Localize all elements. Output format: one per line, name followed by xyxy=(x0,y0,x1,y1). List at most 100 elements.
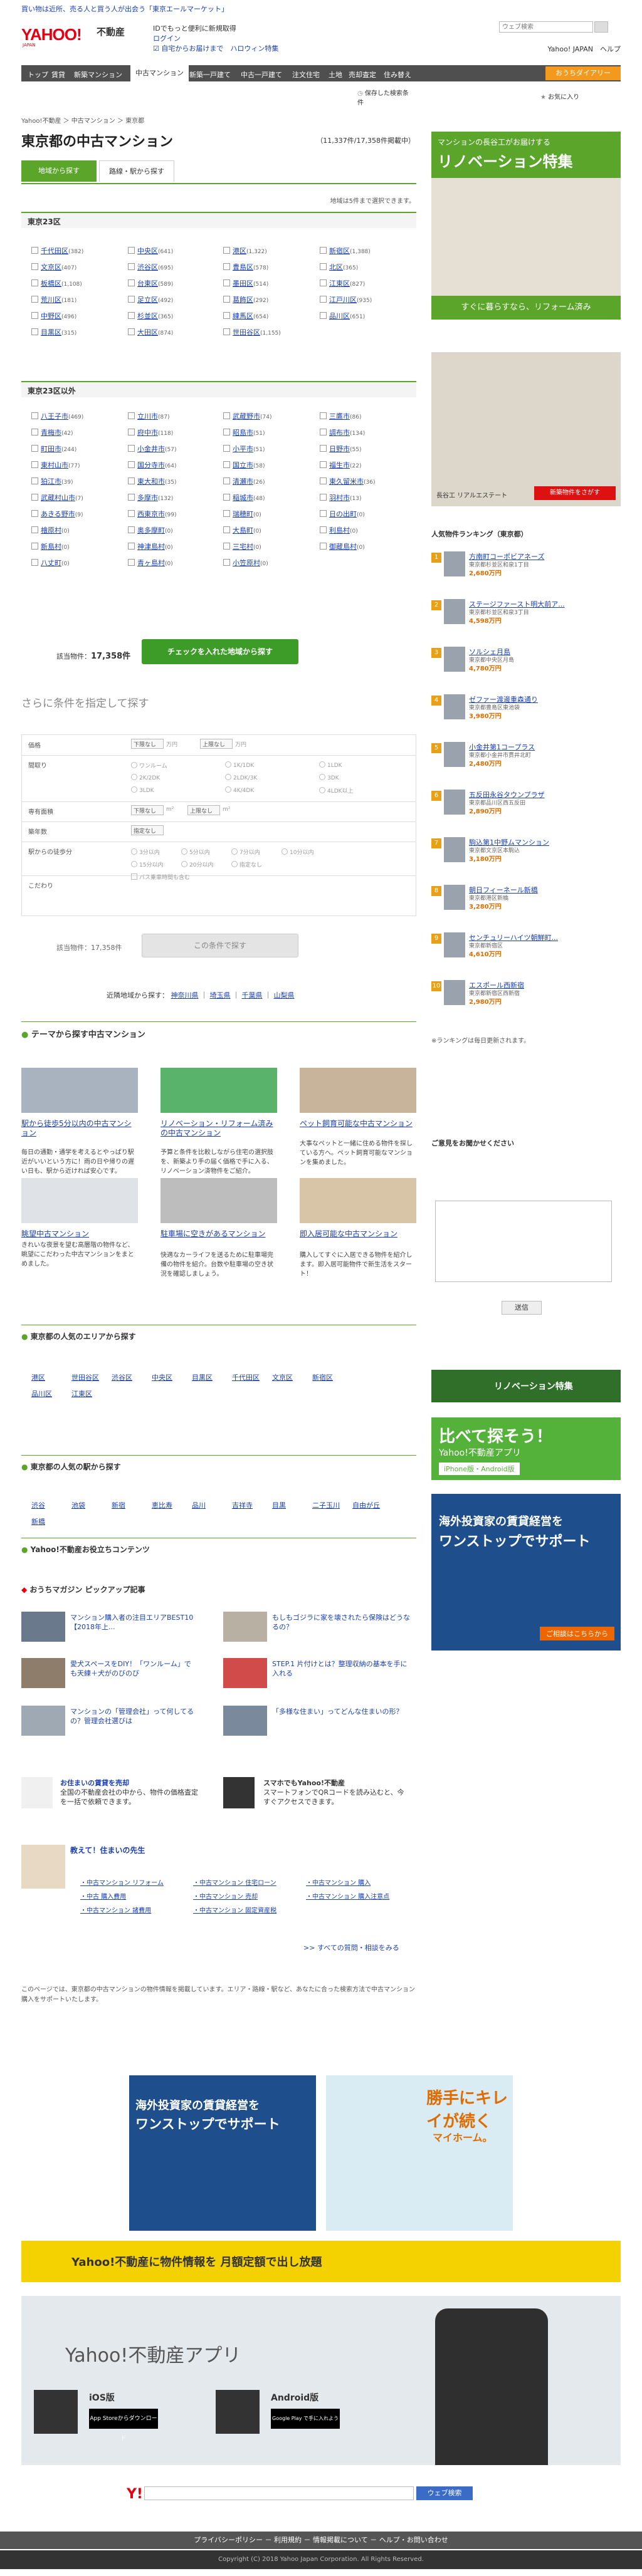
ward-checkbox-item[interactable]: 八王子市(469) xyxy=(31,411,83,421)
ward-checkbox-item[interactable]: 武蔵村山市(7) xyxy=(31,493,83,503)
checkbox[interactable] xyxy=(320,461,327,468)
ward-name-link[interactable]: 大田区 xyxy=(137,328,158,336)
ward-name-link[interactable]: 調布市 xyxy=(329,429,350,437)
ward-checkbox-item[interactable]: 三鷹市(86) xyxy=(320,411,361,421)
ward-name-link[interactable]: 立川市 xyxy=(137,412,158,420)
ranking-item[interactable]: 8 朝日フィーネール新橋 東京都港区新橋 3,280万円 xyxy=(431,885,619,910)
ward-name-link[interactable]: 新島村 xyxy=(41,543,61,551)
ward-checkbox-item[interactable]: 大田区(874) xyxy=(128,327,173,337)
ward-name-link[interactable]: 中野区 xyxy=(41,312,61,320)
ward-checkbox-item[interactable]: 国立市(58) xyxy=(223,460,265,470)
ward-checkbox-item[interactable]: 東大和市(35) xyxy=(128,476,176,486)
checkbox[interactable] xyxy=(128,510,135,517)
nav-new-mansion[interactable]: 新築マンション xyxy=(74,70,122,80)
ward-checkbox-item[interactable]: 文京区(407) xyxy=(31,262,76,272)
search-with-conditions-button[interactable]: この条件で探す xyxy=(142,934,298,957)
layout-opt-6[interactable]: 3DK xyxy=(319,774,339,781)
ranking-item[interactable]: 9 センチュリーハイツ朝鮮町... 東京都新宿区 4,610万円 xyxy=(431,932,619,958)
ward-checkbox-item[interactable]: 羽村市(13) xyxy=(320,493,361,503)
article-4[interactable]: STEP.1 片付けとは？整理収納の基本を手に入れる xyxy=(272,1659,410,1678)
nearby-kanagawa[interactable]: 神奈川県 xyxy=(171,991,199,999)
feedback-submit-button[interactable]: 送信 xyxy=(502,1301,542,1315)
footer-yahoo-logo[interactable]: Y! xyxy=(127,2486,143,2502)
ward-checkbox-item[interactable]: 東村山市(77) xyxy=(31,460,80,470)
checkbox[interactable] xyxy=(223,247,230,254)
favorite-link[interactable]: ★ お気に入り xyxy=(540,91,579,101)
checkbox[interactable] xyxy=(320,247,327,254)
ward-name-link[interactable]: 多摩市 xyxy=(137,494,158,502)
popular-station-link[interactable]: 池袋 xyxy=(71,1500,85,1510)
popular-station-link[interactable]: 吉祥寺 xyxy=(232,1500,253,1510)
sidebar-app-banner[interactable]: 比べて探そう！ Yahoo!不動産アプリ iPhone版・Android版 xyxy=(431,1417,621,1480)
checkbox[interactable] xyxy=(320,494,327,501)
ward-checkbox-item[interactable]: 青ヶ島村(0) xyxy=(128,558,173,568)
theme-move-in[interactable]: 即入居可能な中古マンション xyxy=(300,1229,416,1239)
layout-opt-9[interactable]: 4LDK以上 xyxy=(319,786,354,795)
popular-station-link[interactable]: 恵比寿 xyxy=(152,1500,172,1510)
ward-checkbox-item[interactable]: 清瀬市(26) xyxy=(223,476,265,486)
ward-name-link[interactable]: 豊島区 xyxy=(233,263,253,271)
ward-name-link[interactable]: 杉並区 xyxy=(137,312,158,320)
ouchi-diary-button[interactable]: おうちダイアリー xyxy=(545,66,621,80)
checkbox[interactable] xyxy=(31,510,38,517)
teacher-question-link[interactable]: ・中古マンション 売却 xyxy=(193,1891,258,1901)
checkbox[interactable] xyxy=(128,559,135,566)
checkbox[interactable] xyxy=(31,494,38,501)
walk-opt-1[interactable]: 3分以内 xyxy=(131,848,160,856)
ward-checkbox-item[interactable]: 世田谷区(1,155) xyxy=(223,327,281,337)
ward-checkbox-item[interactable]: 板橋区(1,108) xyxy=(31,278,82,288)
app-store-button[interactable]: App Storeからダウンロード xyxy=(89,2409,158,2442)
walk-opt-3[interactable]: 7分以内 xyxy=(231,848,260,856)
checkbox[interactable] xyxy=(31,461,38,468)
ward-checkbox-item[interactable]: 日野市(55) xyxy=(320,444,361,454)
ward-name-link[interactable]: 日野市 xyxy=(329,445,350,453)
nav-top[interactable]: トップ xyxy=(28,70,48,80)
theme-image-move-in[interactable] xyxy=(300,1178,416,1223)
ward-checkbox-item[interactable]: 練馬区(654) xyxy=(223,311,268,321)
theme-renovation[interactable]: リノベーション・リフォーム済みの中古マンション xyxy=(160,1119,277,1138)
ward-name-link[interactable]: 小金井市 xyxy=(137,445,165,453)
ward-checkbox-item[interactable]: 西東京市(99) xyxy=(128,509,176,519)
ward-name-link[interactable]: 国分寺市 xyxy=(137,461,165,469)
walk-opt-6[interactable]: 20分以内 xyxy=(181,860,213,868)
sidebar-ad-renovation[interactable]: マンションの長谷工がお届けする リノベーション特集 すぐに暮らすなら、リフォーム… xyxy=(431,132,621,320)
ward-checkbox-item[interactable]: 豊島区(578) xyxy=(223,262,268,272)
tab-train[interactable]: 路線・駅から探す xyxy=(99,160,174,182)
checkbox[interactable] xyxy=(128,263,135,270)
price-max-select[interactable]: 上限なし xyxy=(200,739,233,749)
ward-name-link[interactable]: 檜原村 xyxy=(41,526,61,534)
layout-opt-3[interactable]: 1LDK xyxy=(319,761,342,769)
ward-checkbox-item[interactable]: 瑞穂町(0) xyxy=(223,509,261,519)
popular-station-link[interactable]: 渋谷 xyxy=(31,1500,45,1510)
ward-checkbox-item[interactable]: 目黒区(315) xyxy=(31,327,76,337)
ward-checkbox-item[interactable]: 江戸川区(935) xyxy=(320,295,372,305)
ward-name-link[interactable]: 練馬区 xyxy=(233,312,253,320)
ward-checkbox-item[interactable]: 立川市(87) xyxy=(128,411,169,421)
ward-name-link[interactable]: 三鷹市 xyxy=(329,412,350,420)
header-right-links[interactable]: Yahoo! JAPAN ヘルプ xyxy=(547,44,621,54)
popular-area-link[interactable]: 港区 xyxy=(31,1372,45,1382)
popular-station-link[interactable]: 自由が丘 xyxy=(352,1500,380,1510)
ward-checkbox-item[interactable]: 奥多摩町(0) xyxy=(128,525,173,535)
ward-name-link[interactable]: 東村山市 xyxy=(41,461,68,469)
nav-sell[interactable]: 売却査定 xyxy=(349,70,376,80)
article-5[interactable]: マンションの「管理会社」って何してるの？管理会社選びは xyxy=(70,1707,196,1726)
ward-checkbox-item[interactable]: 国分寺市(64) xyxy=(128,460,176,470)
bottom-ad-investment[interactable]: 海外投資家の賃貸経営を ワンストップでサポート xyxy=(129,2075,316,2231)
ward-checkbox-item[interactable]: 狛江市(39) xyxy=(31,476,73,486)
article-thumb-4[interactable] xyxy=(223,1658,267,1688)
nav-land[interactable]: 土地 xyxy=(329,70,342,80)
ward-name-link[interactable]: 青ヶ島村 xyxy=(137,559,165,567)
checkbox[interactable] xyxy=(128,461,135,468)
checkbox[interactable] xyxy=(31,559,38,566)
ward-name-link[interactable]: 世田谷区 xyxy=(233,328,260,336)
ward-name-link[interactable]: 品川区 xyxy=(329,312,350,320)
article-thumb-5[interactable] xyxy=(21,1706,65,1736)
ward-name-link[interactable]: 目黒区 xyxy=(41,328,61,336)
checkbox[interactable] xyxy=(320,526,327,533)
ward-name-link[interactable]: 港区 xyxy=(233,247,246,255)
checkbox[interactable] xyxy=(223,494,230,501)
ward-checkbox-item[interactable]: 足立区(492) xyxy=(128,295,173,305)
ward-checkbox-item[interactable]: 江東区(827) xyxy=(320,278,365,288)
ward-name-link[interactable]: 御蔵島村 xyxy=(329,543,357,551)
